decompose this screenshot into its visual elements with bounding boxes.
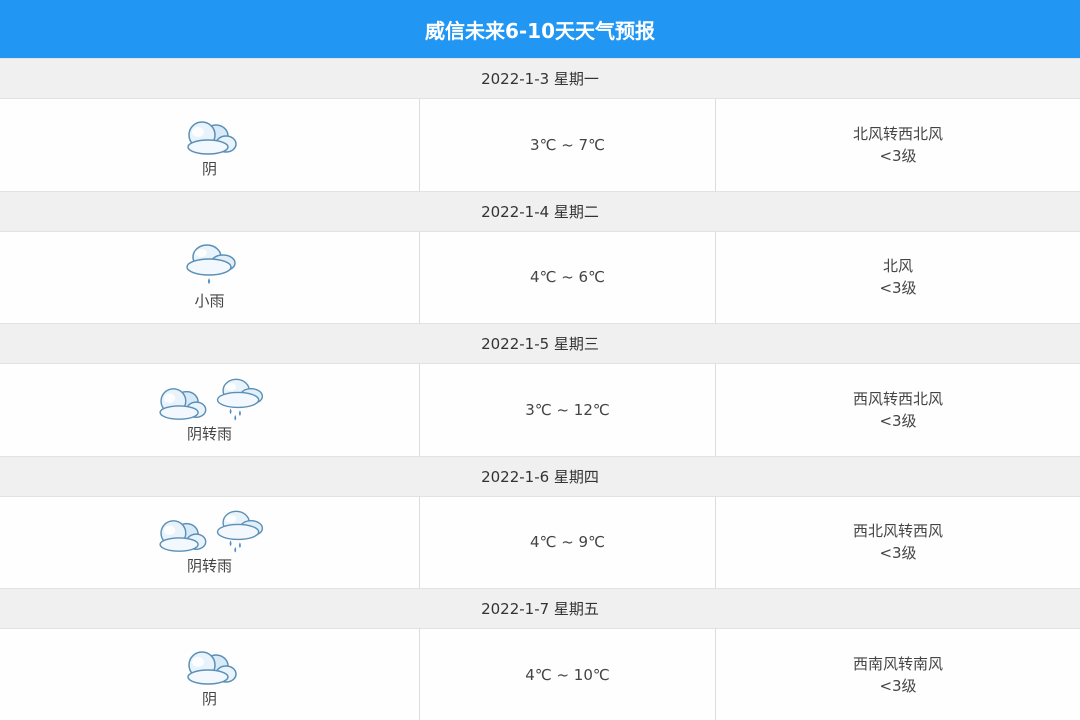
date-row: 2022-1-5 星期三 [0,323,1080,364]
wind-direction: 北风 [882,257,913,276]
wind-level: <3级 [879,544,917,563]
wind-direction: 西风转西北风 [852,389,943,408]
date-row: 2022-1-4 星期二 [0,190,1080,232]
wind-level: <3级 [879,279,917,298]
condition-text: 小雨 [194,292,225,311]
overcast-icon [158,520,206,553]
wind-level: <3级 [879,676,917,695]
temperature-text: 4℃ ~ 9℃ [530,533,605,552]
temperature-text: 4℃ ~ 6℃ [530,268,605,287]
temperature-cell: 3℃ ~ 7℃ [420,99,716,191]
light-rain-icon [179,242,241,290]
wind-direction: 西北风转西风 [852,522,943,541]
temperature-text: 3℃ ~ 7℃ [530,135,605,154]
overcast-icon [180,110,240,158]
wind-cell: 北风转西北风 <3级 [716,99,1080,191]
forecast-list: 2022-1-3 星期一 阴 3℃ ~ 7℃ 北风转西北风 <3级 2022-1… [0,58,1080,720]
weather-row: 阴转雨 4℃ ~ 9℃ 西北风转西风 <3级 [0,496,1080,589]
temperature-cell: 4℃ ~ 9℃ [420,496,716,588]
wind-cell: 西南风转南风 <3级 [716,629,1080,720]
weather-row: 阴 3℃ ~ 7℃ 北风转西北风 <3级 [0,99,1080,191]
date-row: 2022-1-3 星期一 [0,58,1080,99]
wind-direction: 北风转西北风 [852,124,943,143]
wind-level: <3级 [879,411,917,430]
condition-text: 阴转雨 [186,424,232,443]
wind-cell: 北风 <3级 [716,232,1080,324]
overcast-icon [180,640,240,688]
wind-direction: 西南风转南风 [852,654,943,673]
page-title: 威信未来6-10天天气预报 [0,0,1080,58]
temperature-cell: 4℃ ~ 10℃ [420,629,716,720]
condition-text: 阴转雨 [186,557,232,576]
wind-cell: 西风转西北风 <3级 [716,364,1080,456]
temperature-cell: 3℃ ~ 12℃ [420,364,716,456]
condition-text: 阴 [201,159,217,178]
weather-row: 小雨 4℃ ~ 6℃ 北风 <3级 [0,231,1080,324]
overcast-icon [158,387,206,420]
condition-cell: 阴 [0,99,420,191]
condition-cell: 小雨 [0,231,420,323]
temperature-text: 3℃ ~ 12℃ [525,400,610,419]
condition-text: 阴 [201,689,217,708]
rain-icon [216,378,263,421]
date-row: 2022-1-7 星期五 [0,588,1080,629]
rain-icon [216,510,263,553]
wind-cell: 西北风转西风 <3级 [716,497,1080,589]
weather-row: 阴转雨 3℃ ~ 12℃ 西风转西北风 <3级 [0,364,1080,456]
temperature-cell: 4℃ ~ 6℃ [420,231,716,323]
condition-cell: 阴 [0,629,420,720]
date-row: 2022-1-6 星期四 [0,455,1080,497]
temperature-text: 4℃ ~ 10℃ [525,665,610,684]
weather-row: 阴 4℃ ~ 10℃ 西南风转南风 <3级 [0,629,1080,720]
condition-cell: 阴转雨 [0,364,420,456]
wind-level: <3级 [879,146,917,165]
condition-cell: 阴转雨 [0,496,420,588]
